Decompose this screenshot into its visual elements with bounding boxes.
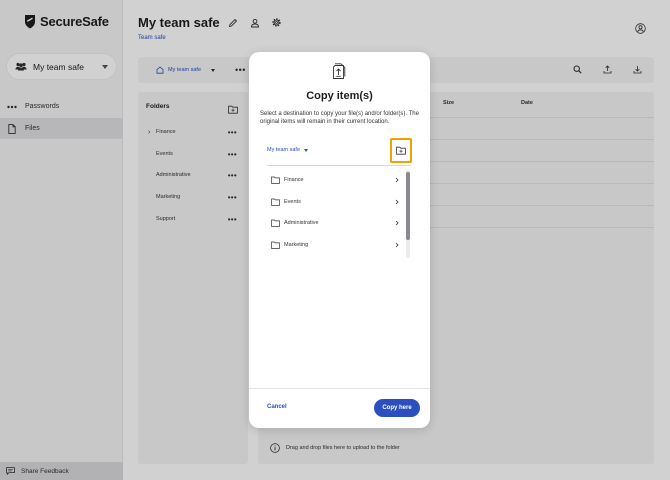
folder-icon (271, 241, 280, 249)
new-folder-icon (396, 146, 406, 155)
new-folder-button[interactable] (390, 138, 412, 163)
cancel-button[interactable]: Cancel (267, 404, 287, 410)
chevron-right-icon[interactable] (394, 242, 400, 248)
divider (249, 388, 430, 389)
folder-icon (271, 219, 280, 227)
divider (267, 165, 411, 166)
destination-folder-item[interactable]: Marketing (271, 238, 400, 252)
destination-folder-name: Marketing (284, 242, 309, 248)
destination-folder-item[interactable]: Finance (271, 173, 400, 187)
copy-file-icon (331, 63, 347, 80)
destination-folder-name: Finance (284, 177, 304, 183)
copy-items-dialog: Copy item(s) Select a destination to cop… (249, 52, 430, 428)
destination-folder-name: Events (284, 199, 301, 205)
chevron-right-icon[interactable] (394, 177, 400, 183)
dialog-description: Select a destination to copy your file(s… (260, 111, 419, 125)
folder-icon (271, 176, 280, 184)
copy-here-button[interactable]: Copy here (374, 399, 420, 417)
destination-location-label: My team safe (267, 147, 301, 153)
dialog-title: Copy item(s) (306, 90, 373, 102)
destination-folder-name: Administrative (284, 220, 319, 226)
chevron-down-icon (304, 148, 309, 152)
folder-icon (271, 198, 280, 206)
destination-folder-item[interactable]: Administrative (271, 216, 400, 230)
chevron-right-icon[interactable] (394, 220, 400, 226)
destination-folder-item[interactable]: Events (271, 195, 400, 209)
app: SecureSafe My team safe Passwords Files … (0, 0, 670, 480)
scrollbar-thumb[interactable] (406, 172, 410, 240)
chevron-right-icon[interactable] (394, 199, 400, 205)
destination-location-selector[interactable]: My team safe (267, 147, 309, 153)
